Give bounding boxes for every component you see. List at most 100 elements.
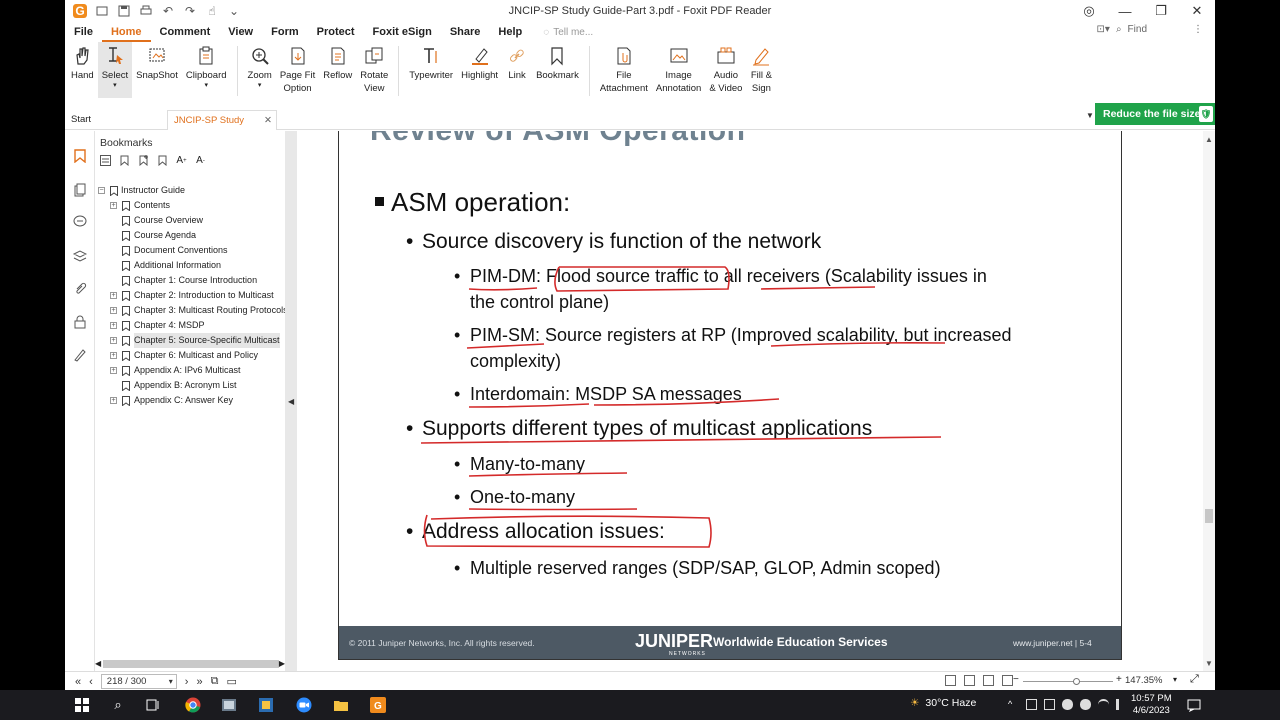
menu-file[interactable]: File — [65, 22, 102, 42]
bookmark-item[interactable]: Course Agenda — [95, 228, 285, 243]
volume-icon[interactable] — [1116, 699, 1127, 710]
bookmarks-panel-icon[interactable] — [73, 149, 87, 163]
customize-dropdown-icon[interactable]: ⌄ — [227, 4, 241, 18]
bookmark-item-selected[interactable]: + Chapter 5: Source-Specific Multicast — [95, 333, 285, 348]
hand-select-icon[interactable]: ☝ — [205, 4, 219, 18]
bookmark-item[interactable]: + Contents — [95, 198, 285, 213]
extract-page-icon[interactable]: ⧉ — [211, 675, 219, 688]
redo-icon[interactable]: ↷ — [183, 4, 197, 18]
image-annotation-tool[interactable]: Image Annotation — [652, 42, 705, 98]
weather-widget[interactable]: ☀ 30°C Haze — [910, 697, 976, 709]
menu-view[interactable]: View — [219, 22, 262, 42]
page-number-input[interactable]: 218 / 300 ▾ — [100, 674, 177, 689]
expand-icon[interactable]: + — [110, 337, 117, 344]
menu-help[interactable]: Help — [489, 22, 531, 42]
file-explorer-icon[interactable] — [333, 697, 349, 713]
bookmark-tool[interactable]: Bookmark — [532, 42, 583, 98]
app-icon[interactable] — [258, 697, 274, 713]
search-options-icon[interactable]: ⊡▾ — [1097, 24, 1110, 35]
app-icon[interactable] — [221, 697, 237, 713]
minimize-button[interactable]: — — [1107, 0, 1143, 22]
expand-icon[interactable]: + — [110, 397, 117, 404]
zoom-tool[interactable]: Zoom ▾ — [244, 42, 276, 98]
hand-tool[interactable]: Hand — [67, 42, 98, 98]
zoom-slider-knob[interactable] — [1073, 678, 1080, 685]
more-options-icon[interactable]: ⋮ — [1193, 24, 1203, 35]
undo-icon[interactable]: ↶ — [161, 4, 175, 18]
reduce-file-size-button[interactable]: Reduce the file size 🛡 — [1095, 103, 1215, 125]
page-fit-tool[interactable]: Page Fit Option — [276, 42, 319, 98]
find-box[interactable]: ⊡▾ ⌕ Find ⋮ — [1097, 24, 1203, 35]
scroll-up-icon[interactable]: ▲ — [1205, 135, 1213, 144]
account-icon[interactable]: ◎ — [1071, 0, 1107, 22]
zoom-app-icon[interactable] — [296, 697, 312, 713]
delete-bookmark-icon[interactable] — [157, 155, 168, 166]
open-icon[interactable] — [95, 4, 109, 18]
audio-video-tool[interactable]: Audio & Video — [705, 42, 746, 98]
scroll-down-icon[interactable]: ▼ — [1205, 659, 1213, 668]
panel-splitter[interactable]: ◀ — [285, 131, 297, 671]
facing-page-icon[interactable] — [983, 675, 994, 686]
previous-page-icon[interactable]: ‹ — [89, 676, 93, 688]
attachments-panel-icon[interactable] — [73, 282, 87, 296]
task-view-icon[interactable] — [145, 697, 161, 713]
fullscreen-icon[interactable]: ⤢ — [1190, 673, 1199, 686]
zoom-in-icon[interactable]: + — [1116, 674, 1122, 685]
add-bookmark-icon[interactable] — [138, 155, 149, 166]
close-tab-icon[interactable]: ✕ — [264, 111, 272, 131]
highlight-tool[interactable]: Highlight — [457, 42, 502, 98]
view-mode-icon[interactable]: ▭ — [226, 675, 236, 688]
bookmark-item[interactable]: Additional Information — [95, 258, 285, 273]
taskbar-clock[interactable]: 10:57 PM 4/6/2023 — [1131, 693, 1172, 717]
menu-foxit-esign[interactable]: Foxit eSign — [364, 22, 441, 42]
bookmark-item[interactable]: + Appendix A: IPv6 Multicast — [95, 363, 285, 378]
expand-icon[interactable]: + — [110, 322, 117, 329]
fill-sign-tool[interactable]: Fill & Sign — [746, 42, 776, 98]
chrome-icon[interactable] — [185, 697, 201, 713]
zoom-out-icon[interactable]: − — [1013, 674, 1019, 685]
zoom-level[interactable]: 147.35% — [1125, 675, 1163, 686]
bookmarks-horizontal-scrollbar[interactable]: ◀ ▶ — [95, 659, 285, 669]
vertical-scrollbar[interactable]: ▲ ▼ — [1203, 131, 1215, 671]
bookmark-item[interactable]: + Chapter 4: MSDP — [95, 318, 285, 333]
select-tool[interactable]: Select ▾ — [97, 42, 133, 98]
continuous-facing-icon[interactable] — [1002, 675, 1013, 686]
bookmark-item[interactable]: + Appendix C: Answer Key — [95, 393, 285, 408]
next-page-icon[interactable]: › — [185, 676, 189, 688]
menu-share[interactable]: Share — [441, 22, 490, 42]
signature-panel-icon[interactable] — [73, 348, 87, 362]
snapshot-tool[interactable]: SnapShot — [132, 42, 182, 98]
last-page-icon[interactable]: » — [196, 676, 202, 688]
bookmark-item[interactable]: Chapter 1: Course Introduction — [95, 273, 285, 288]
comments-panel-icon[interactable] — [73, 215, 87, 229]
collapse-icon[interactable]: − — [98, 187, 105, 194]
restore-button[interactable]: ❐ — [1143, 0, 1179, 22]
cloud-icon[interactable] — [1080, 699, 1091, 710]
first-page-icon[interactable]: « — [75, 676, 81, 688]
close-button[interactable]: ✕ — [1179, 0, 1215, 22]
scroll-left-icon[interactable]: ◀ — [95, 659, 101, 668]
collapse-panel-icon[interactable]: ◀ — [288, 397, 294, 406]
expand-icon[interactable]: + — [110, 292, 117, 299]
scrollbar-thumb[interactable] — [103, 660, 279, 668]
link-tool[interactable]: Link — [502, 42, 532, 98]
tab-start[interactable]: Start — [65, 110, 97, 130]
bookmark-item[interactable]: + Chapter 6: Multicast and Policy — [95, 348, 285, 363]
bookmark-item[interactable]: + Chapter 2: Introduction to Multicast — [95, 288, 285, 303]
windows-start-icon[interactable] — [74, 697, 90, 713]
expand-bookmark-icon[interactable] — [119, 155, 130, 166]
file-attachment-tool[interactable]: File Attachment — [596, 42, 652, 98]
print-icon[interactable] — [139, 4, 153, 18]
clipboard-tool[interactable]: Clipboard ▾ — [182, 42, 231, 98]
single-page-icon[interactable] — [945, 675, 956, 686]
increase-text-size-icon[interactable]: A + — [176, 155, 187, 166]
onedrive-icon[interactable] — [1062, 699, 1073, 710]
reflow-tool[interactable]: Reflow — [319, 42, 356, 98]
menu-home[interactable]: Home — [101, 22, 151, 42]
tab-document[interactable]: JNCIP-SP Study Guide... ✕ — [167, 110, 277, 146]
foxit-taskbar-icon[interactable]: G — [370, 697, 386, 713]
save-icon[interactable] — [117, 4, 131, 18]
zoom-dropdown-icon[interactable]: ▾ — [1173, 675, 1177, 684]
bookmark-options-icon[interactable] — [100, 155, 111, 166]
bookmark-item[interactable]: + Chapter 3: Multicast Routing Protocols — [95, 303, 285, 318]
